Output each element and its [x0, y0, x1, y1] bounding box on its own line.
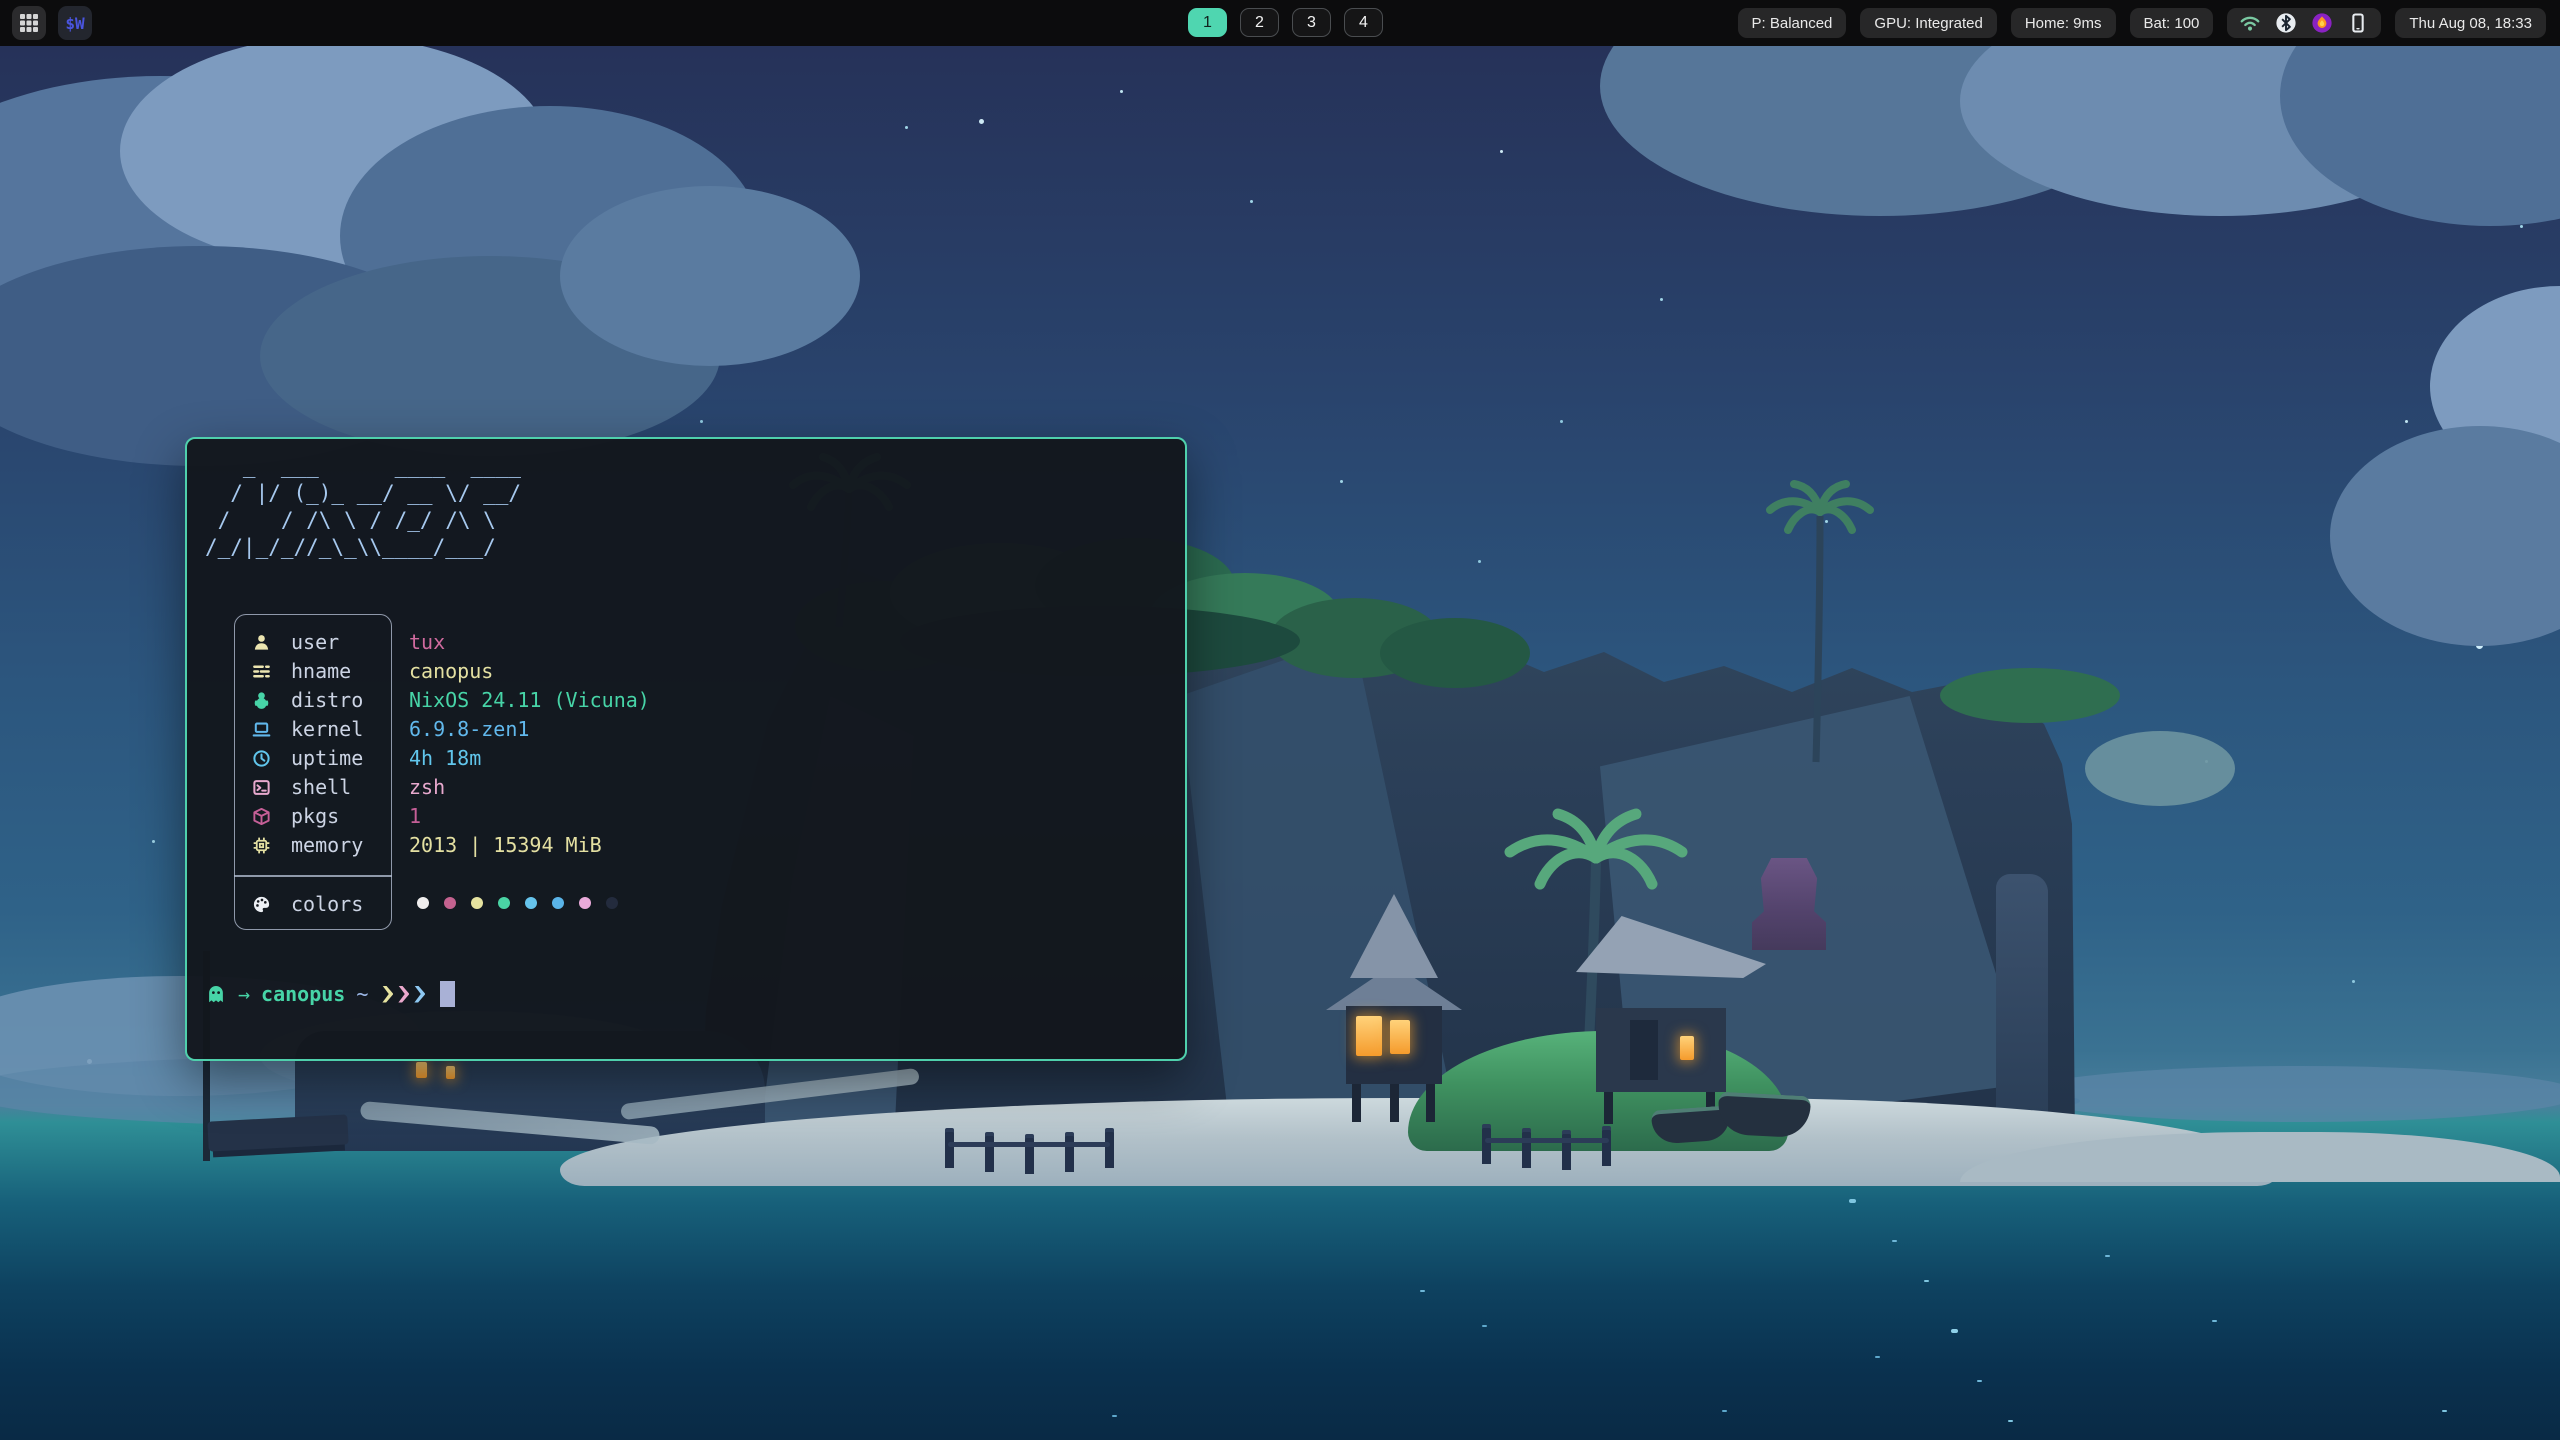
fetch-value: 2013 | 15394 MiB: [409, 833, 602, 857]
rock-pillar: [1996, 874, 2048, 1114]
palette-dot: [552, 897, 564, 909]
bluetooth-icon[interactable]: [2275, 12, 2297, 34]
workspace-button-3[interactable]: 3: [1292, 8, 1331, 37]
fetch-value: 4h 18m: [409, 746, 481, 770]
phone-icon[interactable]: [2347, 12, 2369, 34]
hut: [1316, 894, 1472, 1124]
palette-dot: [471, 897, 483, 909]
laptop-icon: [251, 719, 271, 739]
hostname-icon: [251, 661, 271, 681]
prompt-path: ~: [356, 982, 368, 1006]
prompt-chevron: [382, 986, 393, 1003]
fetch-label: kernel: [291, 717, 363, 741]
shell-prompt[interactable]: → canopus ~: [205, 979, 455, 1009]
palette-dot: [606, 897, 618, 909]
user-icon: [251, 632, 271, 652]
sw-app-icon[interactable]: $W: [58, 6, 92, 40]
nixos-ascii-logo: _ ___ ____ ____ / |/ (_)_ __/ __ \/ __/ …: [205, 453, 521, 561]
fetch-label: distro: [291, 688, 363, 712]
fetch-value: canopus: [409, 659, 493, 683]
system-tray: [2227, 8, 2381, 38]
app-grid-icon[interactable]: [12, 6, 46, 40]
penguin-icon: [251, 690, 271, 710]
power-profile-pill[interactable]: P: Balanced: [1738, 8, 1847, 38]
chip-icon: [251, 835, 271, 855]
palette-dot: [498, 897, 510, 909]
prompt-chevrons: [382, 986, 425, 1003]
terminal-window[interactable]: _ ___ ____ ____ / |/ (_)_ __/ __ \/ __/ …: [185, 437, 1187, 1061]
fetch-label: colors: [291, 892, 363, 916]
terminal-icon: [251, 777, 271, 797]
palette-dot: [417, 897, 429, 909]
prompt-arrow: →: [238, 982, 250, 1006]
palette-dot: [525, 897, 537, 909]
fetch-value: 6.9.8-zen1: [409, 717, 529, 741]
fetch-label: shell: [291, 775, 351, 799]
status-bar: $W 1 2 3 4 P: Balanced GPU: Integrated H…: [0, 0, 2560, 46]
fetch-label: uptime: [291, 746, 363, 770]
fetch-label: user: [291, 630, 339, 654]
gpu-pill[interactable]: GPU: Integrated: [1860, 8, 1996, 38]
ocean-sparkles: [0, 46, 5, 48]
clock-icon: [251, 748, 271, 768]
prompt-chevron: [398, 986, 409, 1003]
flame-icon[interactable]: [2311, 12, 2333, 34]
fetch-label: hname: [291, 659, 351, 683]
fetch-value: NixOS 24.11 (Vicuna): [409, 688, 650, 712]
workspace-switcher: 1 2 3 4: [1188, 8, 1383, 37]
home-latency-pill[interactable]: Home: 9ms: [2011, 8, 2116, 38]
palm-tree: [1760, 476, 1880, 766]
prompt-hostname: canopus: [261, 982, 345, 1006]
network-icon[interactable]: [2239, 12, 2261, 34]
text-cursor[interactable]: [440, 981, 455, 1007]
fetch-table-divider: [234, 875, 392, 877]
fetch-value: 1: [409, 804, 421, 828]
color-palette: [417, 897, 618, 909]
status-area: P: Balanced GPU: Integrated Home: 9ms Ba…: [1738, 8, 2546, 38]
workspace-button-4[interactable]: 4: [1344, 8, 1383, 37]
package-icon: [251, 806, 271, 826]
grid-glyph: [19, 13, 39, 33]
palette-icon: [251, 894, 271, 914]
fetch-label: pkgs: [291, 804, 339, 828]
battery-pill[interactable]: Bat: 100: [2130, 8, 2214, 38]
sw-app-label: $W: [65, 14, 84, 33]
fetch-label: memory: [291, 833, 363, 857]
palette-dot: [579, 897, 591, 909]
ghost-icon: [205, 983, 227, 1005]
clock-pill[interactable]: Thu Aug 08, 18:33: [2395, 8, 2546, 38]
workspace-button-2[interactable]: 2: [1240, 8, 1279, 37]
fetch-value: zsh: [409, 775, 445, 799]
workspace-button-1[interactable]: 1: [1188, 8, 1227, 37]
palette-dot: [444, 897, 456, 909]
prompt-chevron: [414, 986, 425, 1003]
fetch-value: tux: [409, 630, 445, 654]
